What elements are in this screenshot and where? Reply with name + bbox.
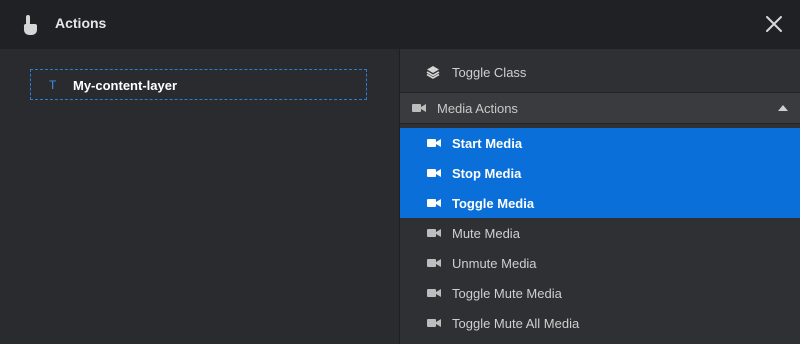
media-action-label: Start Media <box>452 136 523 151</box>
media-action-label: Unmute Media <box>452 256 537 271</box>
media-action-item[interactable]: Unmute Media <box>400 248 800 278</box>
actions-panel: Toggle Class Media Actions Start Media St… <box>400 49 800 344</box>
layer-item[interactable]: T My-content-layer <box>30 69 367 100</box>
video-camera-icon <box>427 319 441 327</box>
video-camera-icon <box>427 139 441 147</box>
video-camera-icon <box>412 104 426 112</box>
dialog-header: Actions <box>0 0 800 49</box>
media-action-item[interactable]: Toggle Mute All Media <box>400 308 800 338</box>
layer-panel: T My-content-layer <box>0 49 400 344</box>
media-action-label: Toggle Media <box>452 196 535 211</box>
media-action-label: Mute Media <box>452 226 520 241</box>
media-action-label: Toggle Mute Media <box>452 286 562 301</box>
caret-up-icon[interactable] <box>778 105 788 111</box>
video-camera-icon <box>427 289 441 297</box>
media-actions-label: Media Actions <box>437 101 518 116</box>
media-actions-group-header[interactable]: Media Actions <box>400 92 800 124</box>
text-layer-icon: T <box>49 78 57 92</box>
video-camera-icon <box>427 229 441 237</box>
close-icon[interactable] <box>764 14 784 34</box>
video-camera-icon <box>427 259 441 267</box>
media-action-item[interactable]: Stop Media <box>400 158 800 188</box>
media-action-item[interactable]: Toggle Mute Media <box>400 278 800 308</box>
media-action-item[interactable]: Mute Media <box>400 218 800 248</box>
video-camera-icon <box>427 199 441 207</box>
layers-icon <box>426 66 440 79</box>
video-camera-icon <box>427 169 441 177</box>
media-action-label: Stop Media <box>452 166 522 181</box>
media-action-label: Toggle Mute All Media <box>452 316 580 331</box>
hand-pointer-icon <box>23 15 37 35</box>
layer-name: My-content-layer <box>73 78 178 93</box>
toggle-class-label: Toggle Class <box>452 65 527 80</box>
media-action-item[interactable]: Start Media <box>400 128 800 158</box>
toggle-class-action[interactable]: Toggle Class <box>400 57 800 87</box>
dialog-title: Actions <box>55 15 107 31</box>
media-action-item[interactable]: Toggle Media <box>400 188 800 218</box>
